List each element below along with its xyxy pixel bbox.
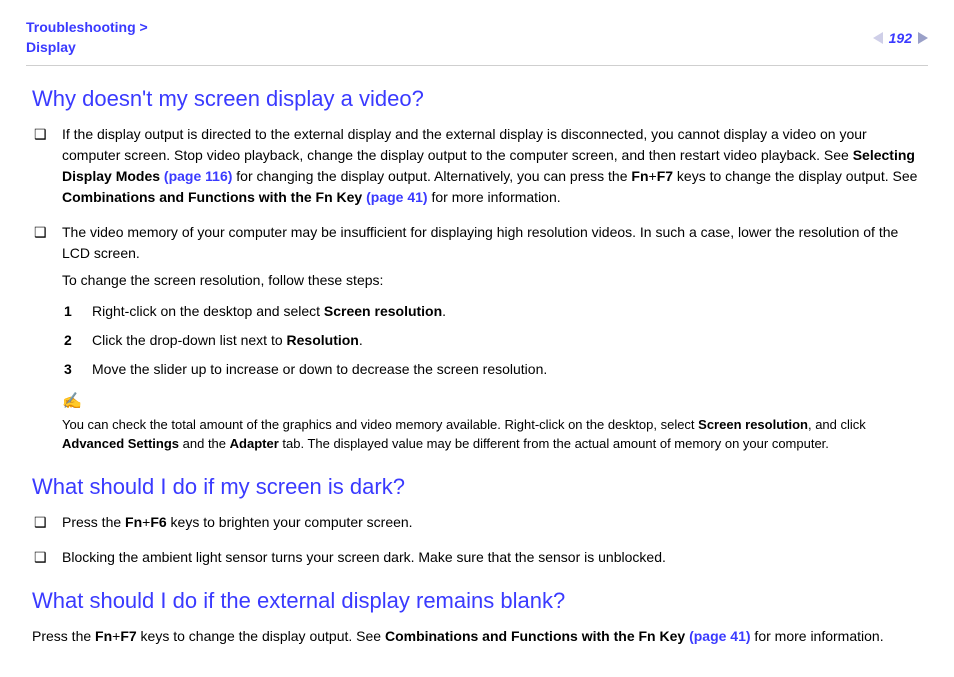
breadcrumb-item-1[interactable]: Troubleshooting xyxy=(26,19,136,35)
page-number: 192 xyxy=(889,30,912,46)
pager: 192 xyxy=(873,18,928,46)
steps-list: 1Right-click on the desktop and select S… xyxy=(62,301,922,380)
breadcrumb: Troubleshooting > Display xyxy=(26,18,148,57)
list-item: The video memory of your computer may be… xyxy=(32,222,922,454)
bullet-list-1: If the display output is directed to the… xyxy=(32,124,922,454)
step-2: 2Click the drop-down list next to Resolu… xyxy=(62,330,922,351)
list-item: Blocking the ambient light sensor turns … xyxy=(32,547,922,568)
page-link-41a[interactable]: (page 41) xyxy=(366,189,427,205)
list-item: If the display output is directed to the… xyxy=(32,124,922,208)
note-icon: ✍ xyxy=(62,390,922,414)
step-1: 1Right-click on the desktop and select S… xyxy=(62,301,922,322)
page-link-116[interactable]: (page 116) xyxy=(164,168,232,184)
next-page-icon[interactable] xyxy=(918,32,928,44)
note-text: You can check the total amount of the gr… xyxy=(62,416,922,454)
heading-external: What should I do if the external display… xyxy=(32,588,922,614)
content: Why doesn't my screen display a video? I… xyxy=(26,86,928,647)
heading-video: Why doesn't my screen display a video? xyxy=(32,86,922,112)
prev-page-icon[interactable] xyxy=(873,32,883,44)
page-link-41b[interactable]: (page 41) xyxy=(689,628,750,644)
heading-dark: What should I do if my screen is dark? xyxy=(32,474,922,500)
bullet-list-2: Press the Fn+F6 keys to brighten your co… xyxy=(32,512,922,568)
paragraph-external: Press the Fn+F7 keys to change the displ… xyxy=(32,626,922,647)
step-3: 3Move the slider up to increase or down … xyxy=(62,359,922,380)
list-item: Press the Fn+F6 keys to brighten your co… xyxy=(32,512,922,533)
page-header: Troubleshooting > Display 192 xyxy=(26,18,928,66)
breadcrumb-item-2[interactable]: Display xyxy=(26,39,76,55)
